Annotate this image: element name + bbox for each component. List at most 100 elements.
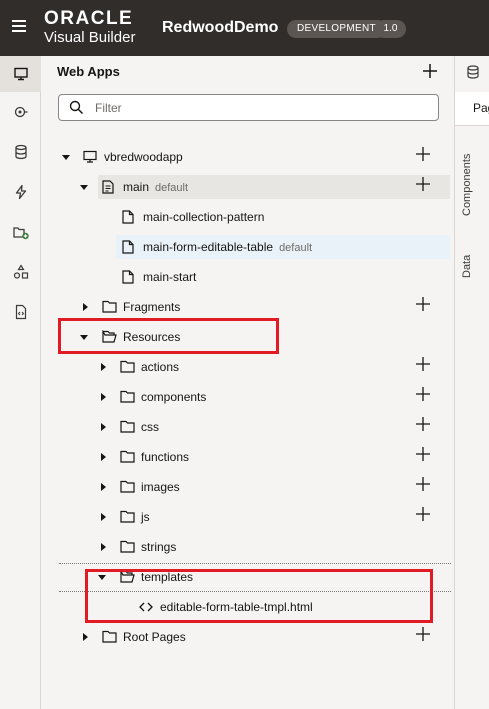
caret-right-icon[interactable]	[99, 543, 107, 551]
tree-item-vbredwoodapp[interactable]: vbredwoodapp	[41, 145, 454, 169]
page-file-icon	[122, 240, 134, 254]
tree-item-label: components	[141, 390, 207, 404]
tree-item-page[interactable]: main-collection-pattern	[41, 205, 454, 229]
pages-tab[interactable]: Pages	[455, 92, 489, 126]
default-tag: default	[155, 182, 189, 194]
folder-icon	[120, 360, 135, 373]
tree-item-page[interactable]: main-start	[41, 265, 454, 289]
tree-item-label: strings	[141, 540, 177, 554]
tree-item-label: main-start	[143, 270, 197, 284]
tree-item-label: actions	[141, 360, 180, 374]
tree-item-fragments[interactable]: Fragments	[41, 295, 454, 319]
tree-item-folder[interactable]: actions	[41, 355, 454, 379]
tree-item-label: main	[123, 180, 150, 194]
folder-icon	[102, 630, 117, 643]
folder-icon	[120, 510, 135, 523]
product-name: Visual Builder	[44, 29, 136, 46]
database-icon[interactable]	[466, 65, 480, 79]
folder-icon	[120, 450, 135, 463]
folder-icon	[120, 480, 135, 493]
monitor-icon	[13, 67, 28, 81]
caret-down-icon[interactable]	[80, 183, 88, 191]
default-tag: default	[279, 242, 313, 254]
tree-item-root-pages[interactable]: Root Pages	[41, 625, 454, 649]
folder-icon	[120, 420, 135, 433]
caret-right-icon[interactable]	[99, 483, 107, 491]
components-tab[interactable]: Components	[461, 154, 473, 216]
services-icon	[14, 106, 27, 118]
tree-item-label: css	[141, 420, 159, 434]
version-badge: 1.0	[375, 20, 406, 38]
add-plus-icon[interactable]	[416, 177, 430, 191]
components-rail-button[interactable]	[0, 214, 41, 250]
source-file-icon	[15, 304, 26, 320]
pages-tab-label: Pages	[473, 101, 489, 115]
source-rail-button[interactable]	[0, 294, 41, 330]
tree-item-folder[interactable]: css	[41, 415, 454, 439]
shapes-icon	[13, 264, 28, 279]
app-name[interactable]: RedwoodDemo	[162, 19, 278, 37]
caret-right-icon[interactable]	[81, 303, 89, 311]
components-add-icon	[12, 227, 29, 240]
add-plus-icon[interactable]	[416, 357, 430, 371]
monitor-icon	[83, 150, 97, 163]
tree-item-label: Fragments	[123, 300, 181, 314]
hamburger-menu-icon[interactable]	[12, 20, 26, 32]
add-plus-icon[interactable]	[416, 147, 430, 161]
web-apps-rail-button[interactable]	[0, 56, 41, 92]
oracle-logo: ORACLE	[44, 8, 134, 29]
filter-input[interactable]: Filter	[58, 94, 439, 121]
tree-item-label: main-collection-pattern	[143, 210, 265, 224]
flow-file-icon	[102, 180, 114, 194]
add-plus-icon[interactable]	[416, 387, 430, 401]
caret-right-icon[interactable]	[81, 633, 89, 641]
tree-item-folder[interactable]: components	[41, 385, 454, 409]
caret-right-icon[interactable]	[99, 393, 107, 401]
add-plus-icon[interactable]	[416, 297, 430, 311]
caret-down-icon[interactable]	[62, 153, 70, 161]
tree-item-label: vbredwoodapp	[104, 150, 183, 164]
tree-item-label: js	[141, 510, 150, 524]
folder-icon	[120, 390, 135, 403]
caret-right-icon[interactable]	[99, 423, 107, 431]
resources-highlight-box	[58, 318, 279, 354]
add-web-app-plus-icon[interactable]	[423, 64, 437, 78]
add-plus-icon[interactable]	[416, 477, 430, 491]
drop-target-top-border	[59, 563, 451, 564]
database-icon	[14, 144, 27, 160]
templates-highlight-box	[85, 569, 433, 623]
caret-right-icon[interactable]	[99, 513, 107, 521]
caret-right-icon[interactable]	[99, 453, 107, 461]
data-tab[interactable]: Data	[461, 255, 473, 278]
caret-right-icon[interactable]	[99, 363, 107, 371]
tree-item-label: functions	[141, 450, 190, 464]
add-plus-icon[interactable]	[416, 507, 430, 521]
environment-badge: DEVELOPMENT	[287, 20, 386, 38]
tree-item-main[interactable]: main default	[41, 175, 454, 199]
tree-item-folder[interactable]: js	[41, 505, 454, 529]
processes-rail-button[interactable]	[0, 174, 41, 210]
panel-title: Web Apps	[57, 64, 120, 79]
tree-item-label: Root Pages	[123, 630, 186, 644]
mobile-apps-rail-button[interactable]	[0, 254, 41, 290]
web-apps-panel: Web Apps Filter vbredwoodapp main default…	[41, 56, 454, 709]
tree-item-folder[interactable]: functions	[41, 445, 454, 469]
top-header: ORACLE Visual Builder RedwoodDemo DEVELO…	[0, 0, 489, 56]
add-plus-icon[interactable]	[416, 447, 430, 461]
folder-icon	[102, 300, 117, 313]
folder-icon	[120, 540, 135, 553]
tree-item-label: main-form-editable-table	[143, 240, 274, 254]
tree-item-folder[interactable]: images	[41, 475, 454, 499]
page-file-icon	[122, 210, 134, 224]
tree-item-label: images	[141, 480, 180, 494]
properties-panel-collapsed: Pages Components Data	[454, 56, 489, 709]
tree-item-folder[interactable]: strings	[41, 535, 454, 559]
tree-item-page[interactable]: main-form-editable-table default	[41, 235, 454, 259]
page-file-icon	[122, 270, 134, 284]
add-plus-icon[interactable]	[416, 627, 430, 641]
search-icon	[69, 100, 84, 115]
services-rail-button[interactable]	[0, 94, 41, 130]
business-objects-rail-button[interactable]	[0, 134, 41, 170]
add-plus-icon[interactable]	[416, 417, 430, 431]
navigator-rail	[0, 56, 41, 709]
